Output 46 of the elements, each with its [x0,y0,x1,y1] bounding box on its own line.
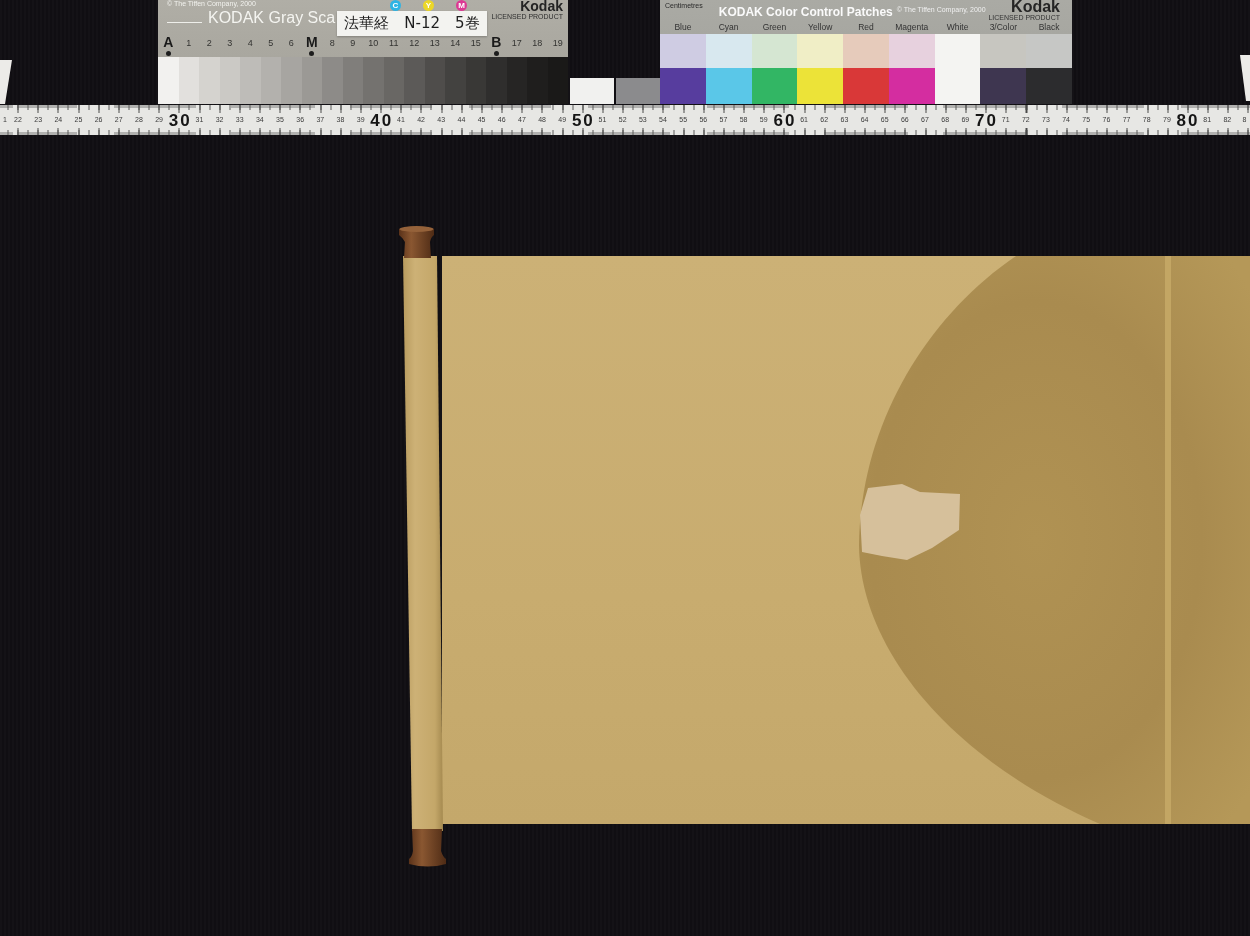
patch-label: Yellow [808,21,833,34]
scale-number: 40 [369,111,394,129]
roller-knob [399,226,434,258]
step-label: 17 [511,36,522,49]
step-label: 19 [552,36,563,49]
step-label: 14 [450,36,461,49]
ink-swatch: Y [423,0,434,11]
ink-swatch: M [456,0,467,11]
step-label: 12 [409,36,420,49]
step-label: A [163,36,174,49]
step-label: 18 [532,36,543,49]
step-label: 15 [470,36,481,49]
patch-label: White [946,21,969,34]
step-label: 9 [350,36,356,49]
step-label: 4 [247,36,253,49]
patch-label: Green [762,21,787,34]
scale-number: 50 [570,111,595,129]
step-label: 5 [268,36,274,49]
patch-label: Magenta [895,21,929,34]
patch-label: Red [858,21,874,34]
patch-label: Black [1038,21,1060,34]
scale-number: 30 [167,111,192,129]
brand-logo: Kodak [520,0,563,13]
label-sticker: 法華経 N-12 5巻 [337,11,487,36]
step-label: 13 [429,36,440,49]
ink-swatch: C [390,0,401,11]
paper-edge [1240,55,1250,101]
patch-label: 3/Color [989,21,1018,34]
patch-label: Blue [674,21,692,34]
step-label: B [491,36,502,49]
step-label: 2 [206,36,212,49]
patch-label: Cyan [718,21,739,34]
step-label: 1 [186,36,192,49]
roller-knob [409,829,446,867]
scale-number: 80 [1175,111,1200,129]
step-label: 8 [329,36,335,49]
brand-logo: Kodak [1011,0,1060,14]
step-label: 3 [227,36,233,49]
step-label: 6 [288,36,294,49]
card-title: KODAK Color Control Patches [718,5,893,19]
step-label: 10 [368,36,379,49]
scale-number: 70 [974,111,998,129]
scale-number: 60 [772,111,797,129]
step-label: 11 [389,36,399,49]
card-title: KODAK Gray Sca [208,9,336,27]
step-label: M [305,36,318,49]
